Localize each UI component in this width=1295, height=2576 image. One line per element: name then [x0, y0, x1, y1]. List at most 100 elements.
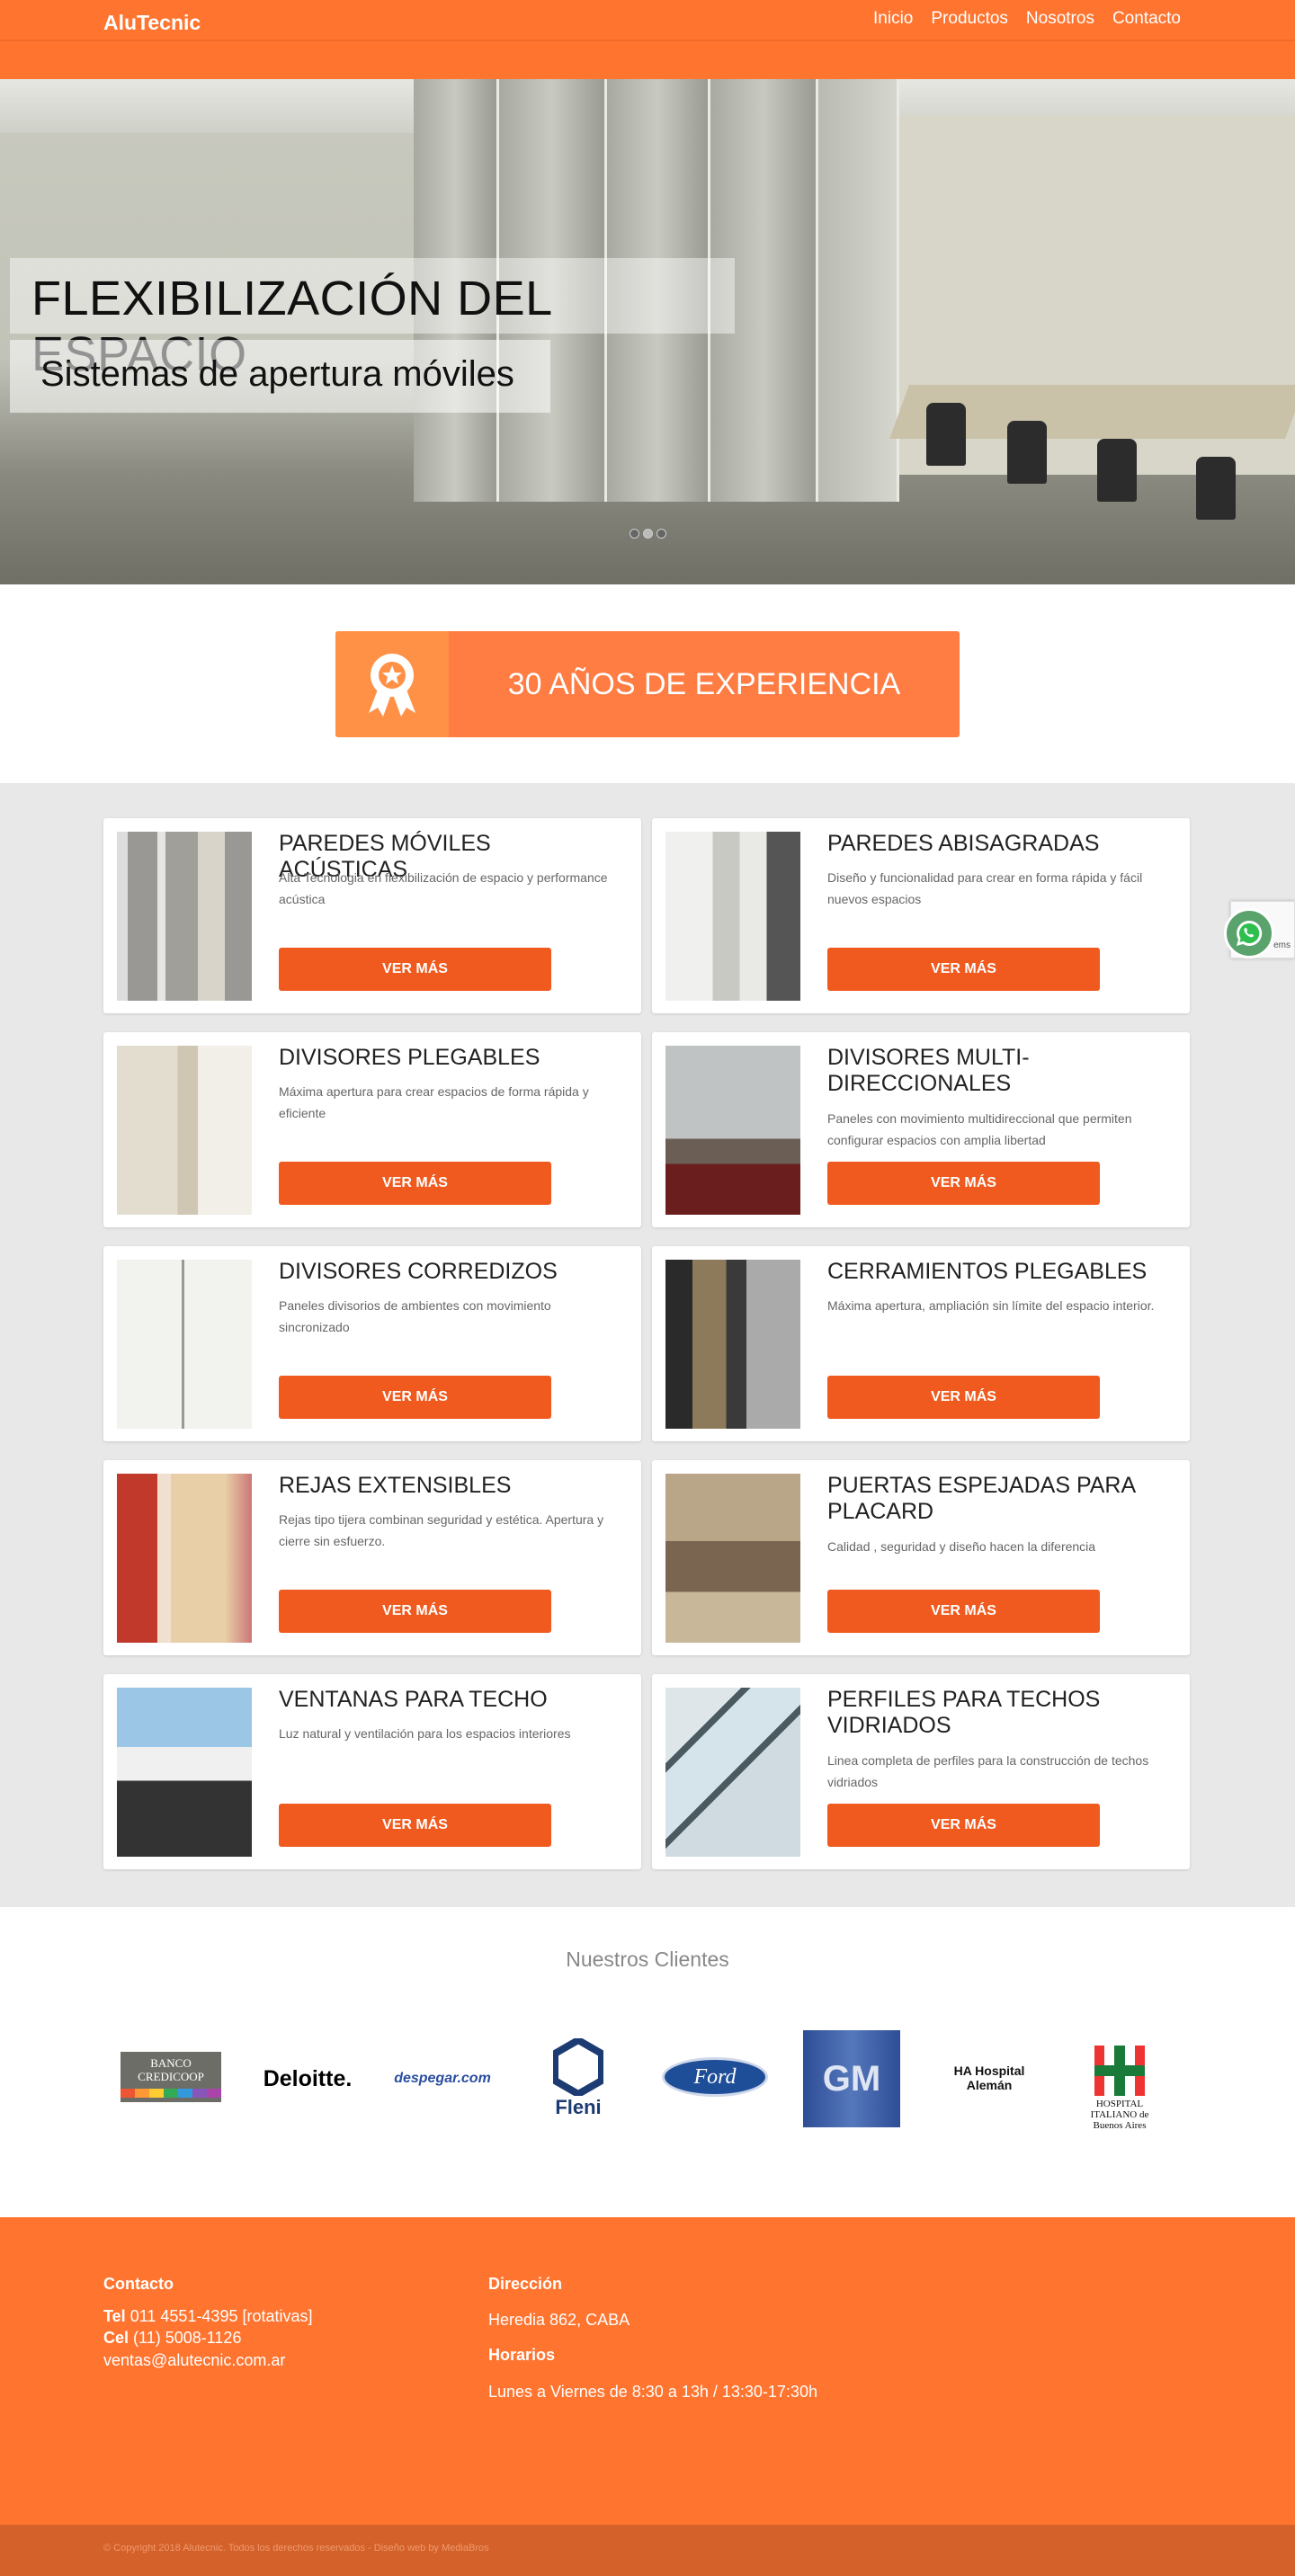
product-card: DIVISORES PLEGABLES Máxima apertura para …	[103, 1032, 641, 1227]
ver-mas-button[interactable]: VER MÁS	[827, 948, 1100, 991]
client-logo-credicoop: BANCO CREDICOOP	[121, 2052, 221, 2102]
hero-image-chair	[1007, 421, 1047, 484]
award-ribbon-icon	[335, 631, 449, 737]
client-logo-text: Fleni	[555, 2096, 602, 2118]
ver-mas-button[interactable]: VER MÁS	[279, 1162, 551, 1205]
product-image[interactable]	[665, 1046, 800, 1215]
header-divider	[0, 40, 1295, 41]
recaptcha-text: ems	[1273, 940, 1291, 950]
product-image[interactable]	[665, 1474, 800, 1643]
product-title: CERRAMIENTOS PLEGABLES	[827, 1259, 1148, 1284]
main-nav: Inicio Productos Nosotros Contacto	[873, 9, 1181, 29]
client-logo-fleni: Fleni	[547, 2034, 610, 2124]
footer-hours-title: Horarios	[488, 2346, 556, 2364]
footer-tel: Tel 011 4551-4395 [rotativas]	[103, 2307, 313, 2326]
hero-image-chair	[926, 403, 966, 466]
tel-value[interactable]: 011 4551-4395 [rotativas]	[130, 2307, 313, 2325]
client-logo-gm: GM	[803, 2030, 900, 2127]
ver-mas-button[interactable]: VER MÁS	[279, 1804, 551, 1847]
whatsapp-icon	[1237, 920, 1263, 946]
nav-productos[interactable]: Productos	[931, 9, 1008, 29]
product-title: PUERTAS ESPEJADAS PARA PLACARD	[827, 1473, 1135, 1524]
product-title: VENTANAS PARA TECHO	[279, 1687, 548, 1712]
product-image[interactable]	[117, 1474, 252, 1643]
footer-contact-title: Contacto	[103, 2275, 174, 2293]
ver-mas-button[interactable]: VER MÁS	[827, 1590, 1100, 1633]
client-logo-deloitte: Deloitte.	[263, 2065, 353, 2091]
nav-contacto[interactable]: Contacto	[1112, 9, 1181, 29]
hero-subtitle: Sistemas de apertura móviles	[10, 340, 550, 413]
copyright: © Copyright 2018 Alutecnic. Todos los de…	[103, 2543, 489, 2554]
clients-title: Nuestros Clientes	[566, 1948, 729, 1971]
product-image[interactable]	[117, 832, 252, 1001]
product-title: PERFILES PARA TECHOS VIDRIADOS	[827, 1687, 1101, 1738]
client-logo-ford: Ford	[662, 2057, 768, 2097]
product-description: Luz natural y ventilación para los espac…	[279, 1726, 571, 1741]
product-card: PAREDES ABISAGRADAS Diseño y funcionalida…	[652, 818, 1190, 1013]
footer-bottom-bar: © Copyright 2018 Alutecnic. Todos los de…	[0, 2525, 1295, 2576]
footer-address-title: Dirección	[488, 2275, 563, 2293]
client-logo-text: BANCO CREDICOOP	[138, 2056, 204, 2083]
hero-image-chair	[1196, 457, 1236, 520]
product-description: Diseño y funcionalidad para crear en for…	[827, 870, 1143, 906]
slider-dot[interactable]	[630, 529, 639, 539]
ver-mas-button[interactable]: VER MÁS	[827, 1376, 1100, 1419]
whatsapp-button[interactable]	[1224, 908, 1274, 958]
footer: Contacto Tel 011 4551-4395 [rotativas] C…	[0, 2217, 1295, 2525]
nav-nosotros[interactable]: Nosotros	[1026, 9, 1094, 29]
product-title: DIVISORES PLEGABLES	[279, 1045, 540, 1070]
product-card: PAREDES MÓVILES ACÚSTICAS Alta Tecnologia…	[103, 818, 641, 1013]
ver-mas-button[interactable]: VER MÁS	[827, 1804, 1100, 1847]
logo[interactable]: AluTecnic	[103, 11, 201, 35]
product-card: CERRAMIENTOS PLEGABLES Máxima apertura, a…	[652, 1246, 1190, 1441]
slider-dots	[630, 529, 666, 539]
product-description: Calidad , seguridad y diseño hacen la di…	[827, 1539, 1096, 1554]
product-card: DIVISORES CORREDIZOS Paneles divisorios d…	[103, 1246, 641, 1441]
nav-inicio[interactable]: Inicio	[873, 9, 913, 29]
experience-banner: 30 AÑOS DE EXPERIENCIA	[335, 631, 960, 737]
ver-mas-button[interactable]: VER MÁS	[827, 1162, 1100, 1205]
product-card: PERFILES PARA TECHOS VIDRIADOS Linea comp…	[652, 1674, 1190, 1869]
product-description: Máxima apertura para crear espacios de f…	[279, 1084, 589, 1120]
product-title: PAREDES ABISAGRADAS	[827, 831, 1100, 856]
product-image[interactable]	[117, 1260, 252, 1429]
tel-label: Tel	[103, 2307, 126, 2325]
ver-mas-button[interactable]: VER MÁS	[279, 948, 551, 991]
product-card: VENTANAS PARA TECHO Luz natural y ventila…	[103, 1674, 641, 1869]
footer-cel: Cel (11) 5008-1126	[103, 2329, 241, 2348]
product-card: DIVISORES MULTI- DIRECCIONALES Paneles co…	[652, 1032, 1190, 1227]
product-description: Máxima apertura, ampliación sin límite d…	[827, 1298, 1155, 1313]
product-title: DIVISORES MULTI- DIRECCIONALES	[827, 1045, 1030, 1096]
client-logo-text: HOSPITAL ITALIANO de Buenos Aires	[1090, 2098, 1149, 2131]
cel-label: Cel	[103, 2329, 130, 2347]
product-image[interactable]	[117, 1688, 252, 1857]
client-logo-hospital-aleman: HA Hospital Alemán	[953, 2063, 1025, 2092]
product-description: Paneles divisorios de ambientes con movi…	[279, 1298, 551, 1334]
product-image[interactable]	[665, 832, 800, 1001]
product-card: PUERTAS ESPEJADAS PARA PLACARD Calidad , …	[652, 1460, 1190, 1655]
product-title: DIVISORES CORREDIZOS	[279, 1259, 558, 1284]
product-description: Alta Tecnologia en flexibilización de es…	[279, 870, 608, 906]
product-title: REJAS EXTENSIBLES	[279, 1473, 512, 1498]
client-logo-despegar: despegar.com	[394, 2071, 491, 2086]
hero-image-column	[818, 79, 899, 502]
footer-email[interactable]: ventas@alutecnic.com.ar	[103, 2351, 285, 2370]
ver-mas-button[interactable]: VER MÁS	[279, 1590, 551, 1633]
slider-dot[interactable]	[656, 529, 666, 539]
product-description: Rejas tipo tijera combinan seguridad y e…	[279, 1512, 604, 1548]
footer-hours: Lunes a Viernes de 8:30 a 13h / 13:30-17…	[488, 2383, 817, 2401]
ver-mas-button[interactable]: VER MÁS	[279, 1376, 551, 1419]
experience-label: 30 AÑOS DE EXPERIENCIA	[507, 666, 901, 701]
product-image[interactable]	[665, 1260, 800, 1429]
cel-value[interactable]: (11) 5008-1126	[133, 2329, 241, 2347]
slider-dot[interactable]	[643, 529, 653, 539]
hero-title: FLEXIBILIZACIÓN DEL ESPACIO	[10, 258, 735, 381]
hero-image-chair	[1097, 439, 1137, 502]
product-image[interactable]	[117, 1046, 252, 1215]
footer-address: Heredia 862, CABA	[488, 2311, 630, 2329]
product-description: Paneles con movimiento multidireccional …	[827, 1111, 1132, 1147]
client-logo-hospital-italiano: HOSPITAL ITALIANO de Buenos Aires	[1079, 2039, 1160, 2136]
product-description: Linea completa de perfiles para la const…	[827, 1753, 1149, 1789]
product-image[interactable]	[665, 1688, 800, 1857]
product-card: REJAS EXTENSIBLES Rejas tipo tijera combi…	[103, 1460, 641, 1655]
